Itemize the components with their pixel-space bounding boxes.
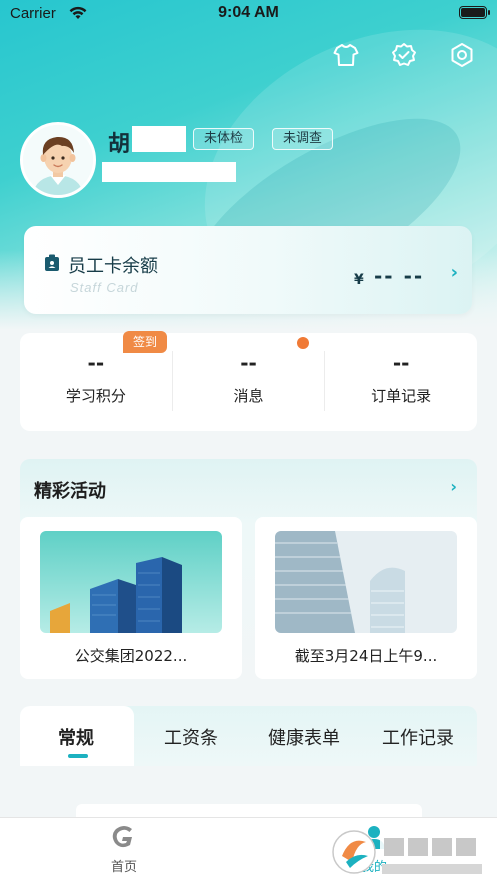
stat-orders[interactable]: -- 订单记录 bbox=[325, 333, 477, 431]
chevron-right-icon: › bbox=[450, 262, 458, 283]
home-g-icon bbox=[112, 826, 132, 848]
avatar[interactable] bbox=[20, 122, 96, 198]
tab-regular[interactable]: 常规 bbox=[58, 724, 94, 750]
activity-caption: 公交集团2022... bbox=[74, 647, 188, 665]
status-bar: Carrier 9:04 AM bbox=[0, 0, 497, 30]
header-actions bbox=[331, 40, 477, 70]
active-tab-indicator bbox=[68, 754, 88, 758]
tag-not-examined: 未体检 bbox=[193, 128, 255, 150]
staff-card-balance[interactable]: 员工卡余额 Staff Card ¥ -- -- › bbox=[24, 226, 472, 314]
unread-dot bbox=[296, 337, 309, 349]
balance-amount: -- -- bbox=[374, 264, 425, 288]
stat-messages[interactable]: -- 消息 bbox=[173, 333, 325, 431]
activity-caption: 截至3月24日上午9... bbox=[294, 647, 438, 665]
stat-value: -- bbox=[87, 351, 105, 375]
chevron-right-icon[interactable]: › bbox=[450, 477, 457, 496]
activity-card[interactable]: 截至3月24日上午9... bbox=[255, 517, 477, 679]
tab-bar: 常规 工资条 健康表单 工作记录 bbox=[20, 706, 477, 766]
clock: 9:04 AM bbox=[218, 4, 279, 21]
shirt-icon[interactable] bbox=[331, 40, 361, 70]
tab-payslip[interactable]: 工资条 bbox=[164, 724, 218, 750]
stat-study-points[interactable]: -- 学习积分 签到 bbox=[20, 331, 172, 431]
activity-thumbnail bbox=[275, 531, 457, 633]
stat-value: -- bbox=[392, 351, 410, 375]
user-name: 胡 bbox=[108, 132, 131, 157]
stat-label: 消息 bbox=[233, 387, 264, 405]
tag-not-surveyed: 未调查 bbox=[272, 128, 334, 150]
tab-work-record[interactable]: 工作记录 bbox=[382, 724, 454, 750]
stat-label: 订单记录 bbox=[371, 387, 432, 405]
sign-in-badge[interactable]: 签到 bbox=[123, 331, 167, 353]
stat-label: 学习积分 bbox=[65, 387, 126, 405]
badge-check-icon[interactable] bbox=[389, 40, 419, 70]
activities-section: 精彩活动 › 公交集团2022... 截至3月24日上午9... bbox=[20, 459, 477, 681]
tab-health-form[interactable]: 健康表单 bbox=[268, 724, 340, 750]
staff-card-title: 员工卡余额 bbox=[68, 256, 158, 277]
section-title: 精彩活动 bbox=[34, 481, 106, 502]
stats-panel: -- 学习积分 签到 -- 消息 -- 订单记录 bbox=[20, 331, 477, 431]
staff-card-subtitle: Staff Card bbox=[70, 280, 139, 295]
name-redaction bbox=[132, 126, 186, 152]
id-card-icon bbox=[45, 254, 59, 271]
activity-card[interactable]: 公交集团2022... bbox=[20, 517, 242, 679]
nav-home-label: 首页 bbox=[110, 860, 137, 875]
site-watermark-logo bbox=[332, 830, 484, 874]
battery-icon bbox=[459, 6, 490, 19]
settings-icon[interactable] bbox=[447, 40, 477, 70]
nav-home[interactable]: 首页 bbox=[94, 824, 154, 875]
id-redaction bbox=[102, 162, 236, 182]
stat-value: -- bbox=[240, 351, 257, 375]
currency-symbol: ¥ bbox=[354, 272, 364, 288]
activity-thumbnail bbox=[40, 531, 222, 633]
